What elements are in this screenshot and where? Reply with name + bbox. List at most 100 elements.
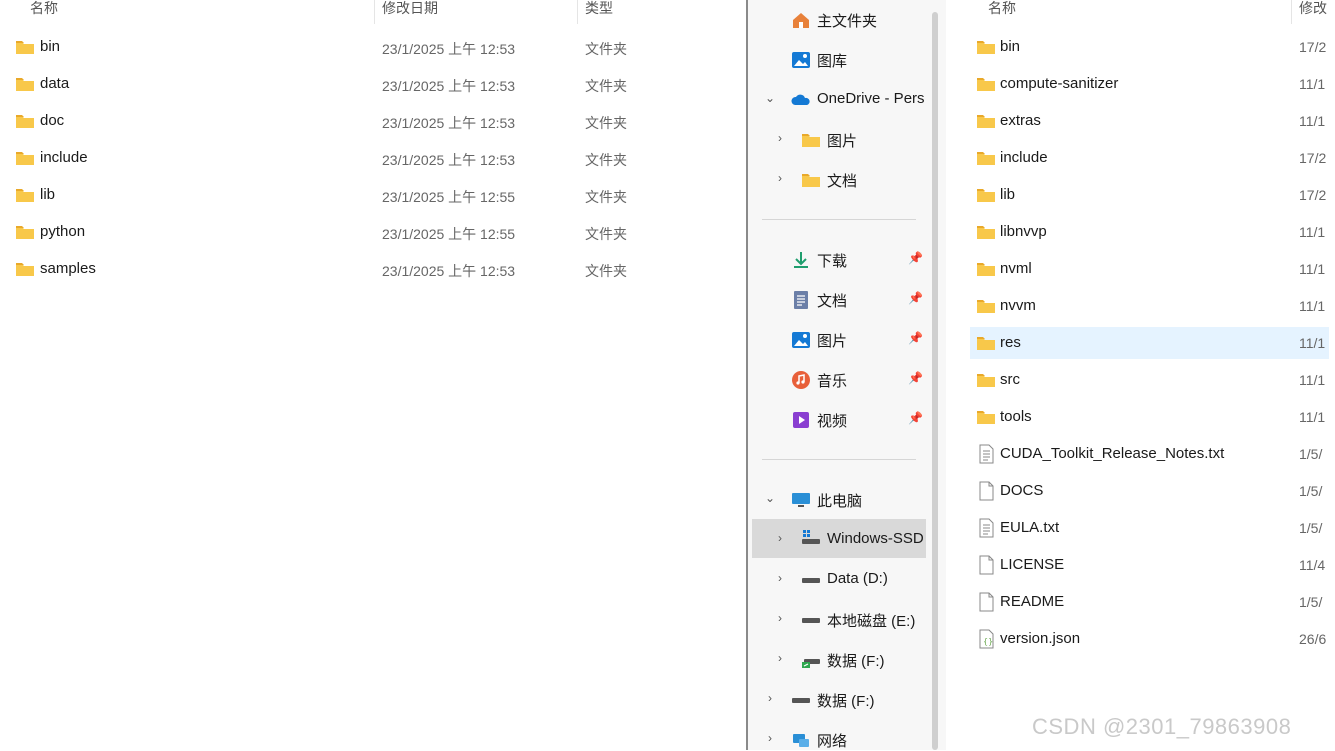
file-row[interactable]: LICENSE 11/4 [970,549,1329,581]
pin-icon[interactable]: 📌 [908,331,923,345]
file-row[interactable]: {} version.json 26/6 [970,623,1329,655]
file-row[interactable]: nvvm 11/1 [970,290,1329,322]
nav-item-onedrive-pictures[interactable]: › 图片 [752,121,926,157]
pin-icon[interactable]: 📌 [908,291,923,305]
file-row[interactable]: DOCS 1/5/ [970,475,1329,507]
file-icon [979,592,994,612]
file-row[interactable]: python 23/1/2025 上午 12:55 文件夹 [0,214,748,250]
file-date: 11/1 [1299,298,1326,314]
file-row[interactable]: data 23/1/2025 上午 12:53 文件夹 [0,66,748,102]
file-type: 文件夹 [585,263,627,279]
column-header-name[interactable]: 名称 [30,0,58,24]
nav-item-gallery[interactable]: 图库 [752,41,926,77]
file-row[interactable]: CUDA_Toolkit_Release_Notes.txt 1/5/ [970,438,1329,470]
file-icon [979,555,994,575]
file-row[interactable]: README 1/5/ [970,586,1329,618]
file-date: 11/1 [1299,372,1326,388]
nav-item-drive-f[interactable]: › 数据 (F:) [752,641,926,677]
file-name: extras [1000,112,1041,129]
column-divider[interactable] [1291,0,1292,24]
folder-icon [16,78,34,91]
file-row[interactable]: res 11/1 [970,327,1329,359]
chevron-right-icon[interactable]: › [764,691,776,705]
chevron-right-icon[interactable]: › [774,651,786,665]
file-date: 11/1 [1299,113,1326,129]
folder-icon [16,115,34,128]
nav-scrollbar[interactable] [932,12,938,750]
file-date: 1/5/ [1299,520,1323,536]
nav-label: 图片 [827,133,858,150]
nav-item-onedrive-documents[interactable]: › 文档 [752,161,926,197]
nav-item-network[interactable]: › 网络 [752,721,926,750]
chevron-right-icon[interactable]: › [774,531,786,545]
file-date: 23/1/2025 上午 12:53 [382,263,516,279]
file-date: 23/1/2025 上午 12:53 [382,115,516,131]
file-row[interactable]: include 23/1/2025 上午 12:53 文件夹 [0,140,748,176]
file-row[interactable]: compute-sanitizer 11/1 [970,68,1329,100]
file-row[interactable]: doc 23/1/2025 上午 12:53 文件夹 [0,103,748,139]
nav-item-downloads[interactable]: 下载 📌 [752,241,926,277]
chevron-right-icon[interactable]: › [764,731,776,745]
column-header-name[interactable]: 名称 [988,0,1016,24]
file-date: 17/2 [1299,150,1327,166]
video-icon [793,412,809,428]
file-row[interactable]: lib 17/2 [970,179,1329,211]
column-header-type[interactable]: 类型 [585,0,613,24]
folder-icon [977,411,995,424]
file-row[interactable]: EULA.txt 1/5/ [970,512,1329,544]
file-row[interactable]: samples 23/1/2025 上午 12:53 文件夹 [0,251,748,287]
file-row[interactable]: extras 11/1 [970,105,1329,137]
file-date: 11/1 [1299,335,1326,351]
file-row[interactable]: libnvvp 11/1 [970,216,1329,248]
file-date: 1/5/ [1299,594,1323,610]
nav-item-home[interactable]: 主文件夹 [752,1,926,37]
nav-item-drive-e[interactable]: › 本地磁盘 (E:) [752,601,926,637]
column-header-date[interactable]: 修改 [1299,0,1327,24]
nav-item-drive-f-root[interactable]: › 数据 (F:) [752,681,926,717]
nav-item-videos[interactable]: 视频 📌 [752,401,926,437]
file-name: lib [1000,186,1016,203]
column-divider[interactable] [374,0,375,24]
file-date: 11/1 [1299,409,1326,425]
nav-label: 此电脑 [817,493,863,510]
chevron-right-icon[interactable]: › [774,131,786,145]
file-row[interactable]: include 17/2 [970,142,1329,174]
chevron-down-icon[interactable]: ⌄ [764,91,776,105]
network-icon [793,734,809,747]
picture-icon [792,332,810,348]
nav-item-music[interactable]: 音乐 📌 [752,361,926,397]
pin-icon[interactable]: 📌 [908,411,923,425]
file-row[interactable]: bin 23/1/2025 上午 12:53 文件夹 [0,29,748,65]
file-row[interactable]: src 11/1 [970,364,1329,396]
nav-item-this-pc[interactable]: ⌄ 此电脑 [752,481,926,517]
pin-icon[interactable]: 📌 [908,251,923,265]
nav-item-drive-d[interactable]: › Data (D:) [752,561,926,597]
file-row[interactable]: bin 17/2 [970,31,1329,63]
file-date: 23/1/2025 上午 12:53 [382,152,516,168]
file-row[interactable]: nvml 11/1 [970,253,1329,285]
nav-divider [762,459,916,460]
drive-icon [792,698,810,703]
column-divider[interactable] [577,0,578,24]
folder-icon [977,337,995,350]
nav-item-pictures[interactable]: 图片 📌 [752,321,926,357]
file-date: 26/6 [1299,631,1327,647]
nav-item-documents[interactable]: 文档 📌 [752,281,926,317]
home-icon [793,13,809,28]
nav-label: 主文件夹 [817,13,878,30]
chevron-right-icon[interactable]: › [774,571,786,585]
folder-icon [16,189,34,202]
file-row[interactable]: lib 23/1/2025 上午 12:55 文件夹 [0,177,748,213]
folder-icon [977,263,995,276]
chevron-right-icon[interactable]: › [774,171,786,185]
pin-icon[interactable]: 📌 [908,371,923,385]
file-name: include [1000,149,1048,166]
chevron-down-icon[interactable]: ⌄ [764,491,776,505]
nav-item-onedrive[interactable]: ⌄ OneDrive - Pers [752,81,926,117]
file-name: tools [1000,408,1032,425]
column-header-date[interactable]: 修改日期 [382,0,438,24]
file-name: samples [40,260,96,277]
chevron-right-icon[interactable]: › [774,611,786,625]
file-row[interactable]: tools 11/1 [970,401,1329,433]
nav-item-windows-ssd[interactable]: › Windows-SSD [752,519,926,558]
